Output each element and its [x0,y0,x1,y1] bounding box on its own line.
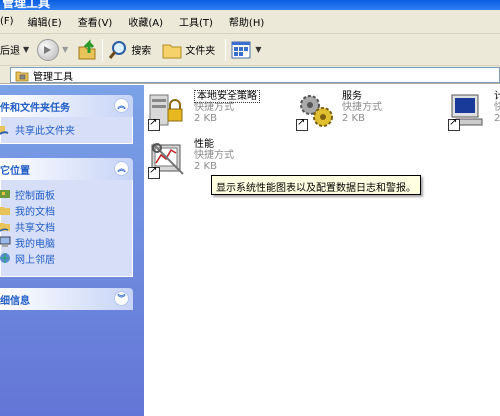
search-button[interactable]: 搜索 [107,37,151,63]
back-button[interactable]: 后退 ▼ [0,37,29,63]
place-label: 我的文档 [15,206,55,218]
file-tasks-group: 件和文件夹任务 ︽ 共享此文件夹 [0,95,133,144]
file-tasks-body: 共享此文件夹 [0,117,133,144]
other-places-group: 它位置 ︽ 控制面板 我的文档 共享文档 我的电脑 网上邻居 [0,158,133,277]
file-item-computer-management[interactable]: 计 快 2 [448,91,500,131]
task-label: 共享此文件夹 [15,125,75,137]
search-label: 搜索 [131,46,152,57]
shortcut-arrow-icon [148,165,160,179]
details-title: 细信息 [0,295,30,307]
details-group: 细信息 ︾ [0,288,133,310]
task-pane: 件和文件夹任务 ︽ 共享此文件夹 它位置 ︽ 控制面板 我的文档 共享文档 我的… [0,85,144,416]
file-tasks-title: 件和文件夹任务 [0,102,70,114]
back-label: 后退 [0,46,20,57]
services-gears-icon [296,91,336,131]
menu-view[interactable]: 查看(V) [78,14,113,29]
address-path: 管理工具 [33,71,73,83]
share-hand-icon [0,123,11,135]
file-size: 2 KB [194,161,217,172]
file-name: 性能 [194,139,214,150]
menu-help[interactable]: 帮助(H) [229,14,264,29]
collapse-chevron-icon[interactable]: ︽ [114,161,129,176]
shortcut-arrow-icon [148,117,160,131]
folders-button[interactable]: 文件夹 [161,37,215,63]
up-folder-icon [78,38,96,59]
place-label: 网上邻居 [15,254,55,266]
shared-documents-icon [0,220,11,232]
file-item-services[interactable]: 服务 快捷方式 2 KB [296,91,382,131]
toolbar-separator [225,38,227,61]
menu-tools[interactable]: 工具(T) [179,14,213,29]
menu-bar: (F) 编辑(E) 查看(V) 收藏(A) 工具(T) 帮助(H) [0,10,500,34]
forward-arrow-icon [37,38,60,61]
other-places-header[interactable]: 它位置 ︽ [0,158,133,180]
network-places-icon [0,252,11,264]
place-my-computer[interactable]: 我的电脑 [0,234,132,250]
computer-management-icon [448,91,488,131]
other-places-title: 它位置 [0,165,30,177]
search-icon [109,40,127,59]
expand-chevron-icon[interactable]: ︾ [114,291,129,306]
back-dropdown-icon[interactable]: ▼ [23,45,29,54]
toolbar: 后退 ▼ ▼ 搜索 文件夹 ▼ [0,34,500,66]
forward-button[interactable]: ▼ [37,37,68,63]
task-share-folder[interactable]: 共享此文件夹 [0,121,132,137]
views-grid-icon [231,41,251,58]
file-name: 计 [494,91,500,102]
forward-dropdown-icon[interactable]: ▼ [62,45,68,54]
file-size: 2 [494,113,500,124]
toolbar-separator [102,38,104,61]
my-documents-icon [0,204,11,216]
menu-file-partial[interactable]: (F) [0,16,14,27]
up-folder-button[interactable] [76,37,98,63]
control-panel-icon [0,188,11,200]
details-header[interactable]: 细信息 ︾ [0,288,133,310]
performance-monitor-icon [148,139,188,179]
other-places-body: 控制面板 我的文档 共享文档 我的电脑 网上邻居 [0,180,133,277]
admin-tools-folder-icon [15,71,29,82]
my-computer-icon [0,236,11,248]
place-label: 我的电脑 [15,238,55,250]
window-title-bar[interactable]: 管理工具 [0,0,500,10]
place-shared-documents[interactable]: 共享文档 [0,218,132,234]
file-name: 服务 [342,91,362,102]
place-my-documents[interactable]: 我的文档 [0,202,132,218]
address-bar: 管理工具 [0,66,500,84]
file-type: 快 [494,102,500,113]
file-size: 2 KB [342,113,365,124]
place-label: 控制面板 [15,190,55,202]
menu-edit[interactable]: 编辑(E) [28,14,62,29]
place-label: 共享文档 [15,222,55,234]
folders-label: 文件夹 [185,46,216,57]
place-control-panel[interactable]: 控制面板 [0,186,132,202]
file-item-local-security-policy[interactable]: 本地安全策略 快捷方式 2 KB [148,90,260,131]
menu-favorites[interactable]: 收藏(A) [128,14,163,29]
local-security-policy-icon [148,91,188,131]
file-tasks-header[interactable]: 件和文件夹任务 ︽ [0,95,133,117]
shortcut-arrow-icon [448,117,460,131]
folder-icon [162,44,182,58]
file-list-view[interactable]: 本地安全策略 快捷方式 2 KB 服务 快捷方式 2 KB [144,85,500,416]
tooltip: 显示系统性能图表以及配置数据日志和警报。 [211,175,421,195]
file-type: 快捷方式 [342,102,382,113]
views-dropdown-icon[interactable]: ▼ [255,45,261,54]
place-network[interactable]: 网上邻居 [0,250,132,266]
window-title: 管理工具 [2,0,51,10]
shortcut-arrow-icon [296,117,308,131]
file-size: 2 KB [194,113,217,124]
collapse-chevron-icon[interactable]: ︽ [114,98,129,113]
address-field[interactable]: 管理工具 [10,67,500,83]
file-item-performance[interactable]: 性能 快捷方式 2 KB [148,139,234,179]
file-type: 快捷方式 [194,150,234,161]
file-type: 快捷方式 [194,102,234,113]
views-button[interactable]: ▼ [230,37,261,63]
